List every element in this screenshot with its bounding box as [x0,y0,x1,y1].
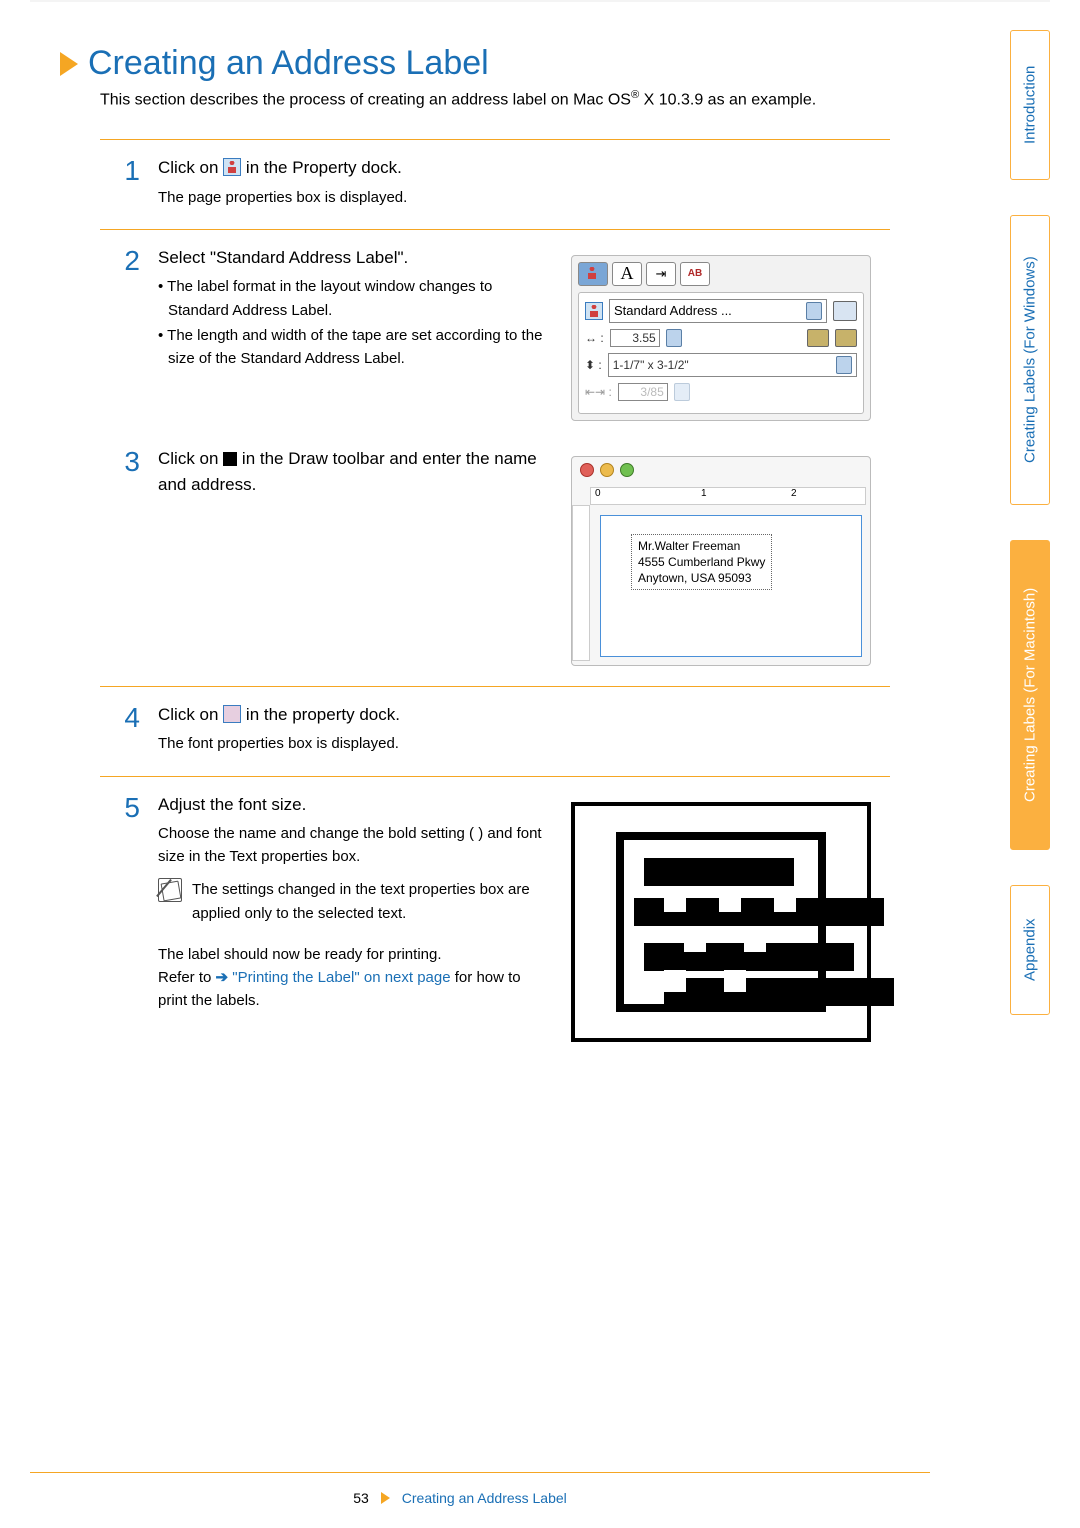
step-subtext: The page properties box is displayed. [158,186,553,209]
ready-text: The label should now be ready for printi… [158,943,553,966]
step-number: 4 [100,702,140,732]
step-heading: Click on in the Property dock. [158,155,553,181]
footer-arrow-icon [381,1492,390,1504]
margin-stepper-icon [674,383,690,401]
label-canvas[interactable]: Mr.Walter Freeman 4555 Cumberland Pkwy A… [600,515,862,657]
margin-icon: ⇤⇥ : [585,385,612,399]
panel-tab-page-icon[interactable] [578,262,608,286]
panel-tab-text-icon[interactable]: A [612,262,642,286]
t: Refer to [158,969,216,986]
t: Click on [158,705,223,724]
address-textbox[interactable]: Mr.Walter Freeman 4555 Cumberland Pkwy A… [631,534,772,591]
t: in the Property dock. [246,158,402,177]
note-icon [158,878,182,902]
intro-pre: This section describes the process of cr… [100,91,631,108]
step-heading: Adjust the font size. [158,792,553,818]
close-window-icon[interactable] [580,463,594,477]
figure-layout-window: 0 1 2 Mr.Walter Freeman 4555 Cumberland … [571,456,951,666]
label-type-icon [585,302,603,320]
side-tab-introduction[interactable]: Introduction [1010,30,1050,180]
width-icon: ↔ : [585,331,604,345]
figure-preview-graphic [571,802,951,1042]
panel-tab-ab-icon[interactable]: AB [680,262,710,286]
intro-post: X 10.3.9 as an example. [639,91,816,108]
bullet: The length and width of the tape are set… [158,324,553,371]
page-number: 53 [353,1490,369,1506]
tick: 2 [791,488,797,499]
dims-text: 1-1/7" x 3-1/2" [613,358,689,372]
page-title: Creating an Address Label [88,44,489,83]
address-line: 4555 Cumberland Pkwy [638,554,765,570]
step-2: 2 Select "Standard Address Label". The l… [30,230,890,441]
side-tab-appendix[interactable]: Appendix [1010,885,1050,1015]
printer-icon[interactable] [833,301,857,321]
label-type-select[interactable]: Standard Address ... [609,299,827,323]
step-1: 1 Click on in the Property dock. The pag… [30,140,890,229]
step-number: 5 [100,792,140,822]
side-tab-windows[interactable]: Creating Labels (For Windows) [1010,215,1050,505]
t: Click on [158,449,223,468]
ready-xref: Refer to ➔ "Printing the Label" on next … [158,966,553,1013]
select-text: Standard Address ... [614,303,732,318]
step-3: 3 Click on in the Draw toolbar and enter… [30,441,890,686]
step-5: 5 Adjust the font size. Choose the name … [30,777,890,1062]
step-heading: Click on in the property dock. [158,702,553,728]
graphic-pattern [616,832,826,1012]
tick: 0 [595,488,601,499]
step-desc: Choose the name and change the bold sett… [158,822,553,869]
panel-tab-align-icon[interactable]: ⇥ [646,262,676,286]
address-line: Anytown, USA 95093 [638,570,765,586]
xref-link[interactable]: "Printing the Label" on next page [232,969,450,986]
lock-b-icon[interactable] [835,329,857,347]
page-footer: 53 Creating an Address Label [0,1490,920,1506]
dims-icon: ⬍ : [585,358,602,372]
intro-sup: ® [631,89,639,101]
address-line: Mr.Walter Freeman [638,538,765,554]
ruler-horizontal: 0 1 2 [590,487,866,505]
step-subtext: The font properties box is displayed. [158,732,553,755]
step-heading: Select "Standard Address Label". [158,245,553,271]
ruler-vertical [572,505,590,661]
dims-select[interactable]: 1-1/7" x 3-1/2" [608,353,857,377]
zoom-window-icon[interactable] [620,463,634,477]
note-text: The settings changed in the text propert… [192,878,553,925]
t: Click on [158,158,223,177]
width-input[interactable]: 3.55 [610,329,660,347]
step-number: 1 [100,155,140,185]
select-stepper-icon[interactable] [806,302,822,320]
t: in the property dock. [246,705,400,724]
property-dock-icon [223,158,241,176]
tick: 1 [701,488,707,499]
step-number: 3 [100,446,140,476]
minimize-window-icon[interactable] [600,463,614,477]
font-property-icon [223,705,241,723]
step-4: 4 Click on in the property dock. The fon… [30,687,890,776]
side-tab-macintosh[interactable]: Creating Labels (For Macintosh) [1010,540,1050,850]
intro-text: This section describes the process of cr… [30,89,890,109]
step-number: 2 [100,245,140,275]
footer-section-name: Creating an Address Label [402,1490,567,1506]
step-heading: Click on in the Draw toolbar and enter t… [158,446,553,499]
xref-arrow-icon: ➔ [216,969,229,986]
draw-rectangle-icon [223,452,237,466]
lock-a-icon[interactable] [807,329,829,347]
width-stepper-icon[interactable] [666,329,682,347]
margin-input: 3/85 [618,383,668,401]
dims-stepper-icon[interactable] [836,356,852,374]
section-arrow-icon [60,52,78,76]
figure-properties-panel: A ⇥ AB Standard Address ... ↔ : [571,255,951,421]
bullet: The label format in the layout window ch… [158,275,553,322]
